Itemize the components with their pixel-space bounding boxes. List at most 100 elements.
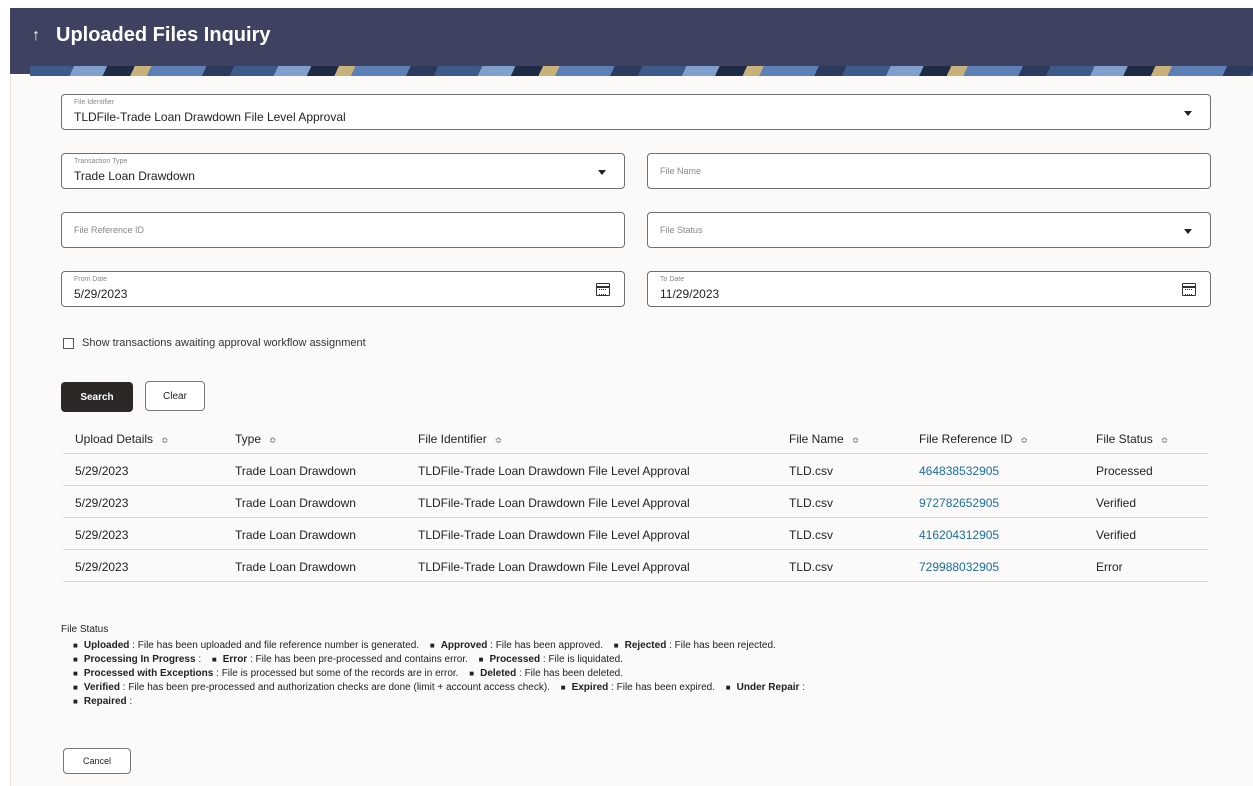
col-file-reference-id[interactable]: File Reference ID ≎ — [919, 432, 1028, 446]
legend-term: Rejected — [624, 640, 667, 651]
transaction-type-select[interactable]: Transaction Type Trade Loan Drawdown — [61, 153, 625, 189]
file-identifier-cell: TLDFile-Trade Loan Drawdown File Level A… — [418, 560, 690, 574]
file-name-cell: TLD.csv — [789, 528, 834, 542]
chevron-down-icon — [598, 170, 606, 175]
legend-term: Uploaded — [83, 640, 130, 651]
legend-line: ■ Repaired : — [73, 696, 133, 707]
upload-date-cell: 5/29/2023 — [75, 528, 129, 542]
bullet-icon: ■ — [613, 641, 619, 650]
awaiting-approval-checkbox[interactable] — [63, 337, 74, 349]
file-reference-link[interactable]: 416204312905 — [919, 528, 999, 542]
search-button[interactable]: Search — [61, 382, 133, 412]
type-cell: Trade Loan Drawdown — [235, 496, 356, 510]
file-reference-link[interactable]: 972782652905 — [919, 496, 999, 510]
chevron-down-icon — [1184, 111, 1192, 116]
bullet-icon: ■ — [211, 655, 217, 664]
from-date-label: From Date — [74, 276, 108, 283]
from-date-value: 5/29/2023 — [74, 287, 128, 301]
bullet-icon: ■ — [73, 697, 78, 706]
table-row: 5/29/2023 Trade Loan Drawdown TLDFile-Tr… — [63, 454, 1209, 486]
page-title-text: Uploaded Files Inquiry — [56, 24, 271, 46]
bullet-icon: ■ — [73, 641, 78, 650]
sort-icon[interactable]: ≎ — [161, 435, 169, 445]
legend-desc: File has been deleted. — [524, 668, 623, 679]
to-date-value: 11/29/2023 — [660, 287, 720, 301]
legend-desc: File has been pre-processed and authoriz… — [128, 682, 550, 693]
legend-desc: File has been pre-processed and contains… — [255, 654, 468, 665]
file-identifier-value: TLDFile-Trade Loan Drawdown File Level A… — [74, 110, 346, 124]
file-identifier-select[interactable]: File Identifier TLDFile-Trade Loan Drawd… — [61, 94, 1211, 130]
sort-icon[interactable]: ≎ — [1161, 435, 1169, 445]
bullet-icon: ■ — [469, 669, 475, 678]
clear-button[interactable]: Clear — [145, 381, 205, 411]
column-label: File Reference ID — [919, 432, 1013, 446]
legend-term: Verified — [83, 682, 120, 693]
legend-desc: File has been expired. — [616, 682, 716, 693]
cancel-button[interactable]: Cancel — [63, 748, 131, 774]
bullet-icon: ■ — [73, 683, 78, 692]
file-reference-id-input[interactable]: File Reference ID — [61, 212, 625, 248]
file-status-cell: Processed — [1096, 464, 1153, 478]
sort-icon[interactable]: ≎ — [852, 435, 860, 445]
file-status-legend: File Status ■ Uploaded : File has been up… — [61, 624, 1241, 709]
file-name-cell: TLD.csv — [789, 560, 834, 574]
sort-icon[interactable]: ≎ — [1020, 435, 1028, 445]
files-table: Upload Details ≎ Type ≎ File Identifier ≎ F… — [63, 422, 1209, 582]
table-row: 5/29/2023 Trade Loan Drawdown TLDFile-Tr… — [63, 486, 1209, 518]
column-label: File Status — [1096, 432, 1153, 446]
col-upload-details[interactable]: Upload Details ≎ — [75, 432, 169, 446]
legend-desc: File is processed but some of the record… — [221, 668, 459, 679]
from-date-input[interactable]: From Date 5/29/2023 — [61, 271, 625, 307]
page-title: ↑ Uploaded Files Inquiry — [32, 24, 270, 47]
decorative-banner — [30, 66, 1253, 76]
col-file-identifier[interactable]: File Identifier ≎ — [418, 432, 502, 446]
file-status-cell: Verified — [1096, 528, 1137, 542]
page-header: ↑ Uploaded Files Inquiry — [10, 8, 1253, 74]
file-identifier-cell: TLDFile-Trade Loan Drawdown File Level A… — [418, 528, 690, 542]
column-label: Upload Details — [75, 432, 154, 446]
legend-desc: File has been rejected. — [674, 640, 776, 651]
file-status-cell: Verified — [1096, 496, 1137, 510]
to-date-input[interactable]: To Date 11/29/2023 — [647, 271, 1211, 307]
column-label: File Name — [789, 432, 844, 446]
table-row: 5/29/2023 Trade Loan Drawdown TLDFile-Tr… — [63, 550, 1209, 582]
upload-date-cell: 5/29/2023 — [75, 464, 129, 478]
upload-date-cell: 5/29/2023 — [75, 560, 129, 574]
up-arrow-icon[interactable]: ↑ — [32, 27, 40, 45]
file-name-cell: TLD.csv — [789, 464, 834, 478]
file-identifier-cell: TLDFile-Trade Loan Drawdown File Level A… — [418, 496, 690, 510]
file-name-placeholder: File Name — [660, 166, 702, 176]
file-reference-link[interactable]: 464838532905 — [919, 464, 999, 478]
file-status-select[interactable]: File Status — [647, 212, 1211, 248]
legend-term: Expired — [571, 682, 609, 693]
column-label: Type — [235, 432, 262, 446]
legend-term: Under Repair — [736, 682, 800, 693]
legend-line: ■ Processed with Exceptions : File is pro… — [73, 668, 623, 679]
sort-icon[interactable]: ≎ — [495, 435, 503, 445]
file-status-cell: Error — [1096, 560, 1123, 574]
chevron-down-icon — [1184, 229, 1192, 234]
col-file-name[interactable]: File Name ≎ — [789, 432, 859, 446]
col-file-status[interactable]: File Status ≎ — [1096, 432, 1168, 446]
sort-icon[interactable]: ≎ — [269, 435, 277, 445]
file-reference-id-placeholder: File Reference ID — [74, 225, 145, 235]
legend-title: File Status — [61, 624, 109, 635]
calendar-icon[interactable] — [1182, 283, 1196, 296]
file-identifier-cell: TLDFile-Trade Loan Drawdown File Level A… — [418, 464, 690, 478]
transaction-type-value: Trade Loan Drawdown — [74, 169, 195, 183]
bullet-icon: ■ — [73, 669, 78, 678]
col-type[interactable]: Type ≎ — [235, 432, 277, 446]
awaiting-approval-checkbox-row: Show transactions awaiting approval work… — [63, 337, 366, 349]
legend-desc: File has been approved. — [495, 640, 603, 651]
file-reference-link[interactable]: 729988032905 — [919, 560, 999, 574]
file-name-input[interactable]: File Name — [647, 153, 1211, 189]
upload-date-cell: 5/29/2023 — [75, 496, 129, 510]
legend-line: ■ Processing In Progress : ■ Error : File … — [73, 654, 623, 665]
legend-line: ■ Uploaded : File has been uploaded and f… — [73, 640, 776, 651]
awaiting-approval-label: Show transactions awaiting approval work… — [82, 337, 366, 349]
calendar-icon[interactable] — [596, 283, 610, 296]
legend-desc: File is liquidated. — [548, 654, 623, 665]
type-cell: Trade Loan Drawdown — [235, 560, 356, 574]
to-date-label: To Date — [660, 276, 685, 283]
bullet-icon: ■ — [73, 655, 78, 664]
